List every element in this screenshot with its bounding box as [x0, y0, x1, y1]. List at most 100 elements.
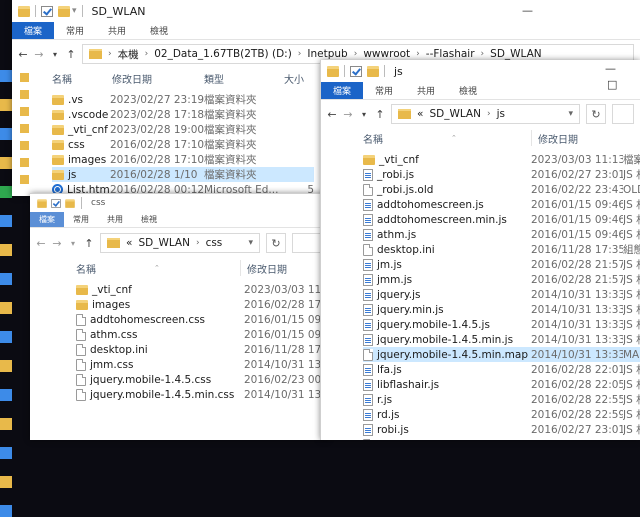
forward-arrow-icon[interactable]: → [343, 108, 353, 121]
quick-access-dropdown-icon[interactable]: ▾ [72, 6, 77, 16]
file-row[interactable]: .vs 2023/02/27 23:19 檔案資料夾 [52, 92, 314, 107]
column-name[interactable]: 名稱 [363, 131, 451, 146]
forward-arrow-icon[interactable]: → [34, 48, 44, 61]
file-row[interactable]: libflashair.js 2016/02/28 22:05JS 村 [363, 377, 640, 392]
search-input[interactable] [292, 233, 322, 253]
tab-file[interactable]: 檔案 [12, 22, 55, 39]
tab-share[interactable]: 共用 [98, 212, 132, 227]
file-row[interactable]: jquery.mobile-1.4.5.min.js 2014/10/31 13:… [363, 332, 640, 347]
desktop-icon[interactable] [0, 157, 12, 169]
tab-share[interactable]: 共用 [405, 82, 447, 99]
address-bar[interactable]: « SD_WLAN › css ▾ [100, 233, 260, 253]
tab-home[interactable]: 常用 [64, 212, 98, 227]
file-row[interactable]: images 2016/02/28 17 [76, 297, 328, 312]
address-dropdown-icon[interactable]: ▾ [568, 109, 573, 119]
desktop-icon[interactable] [0, 273, 12, 285]
desktop-icon[interactable] [0, 418, 12, 430]
search-input[interactable] [612, 104, 634, 124]
nav-folder-icon[interactable] [20, 107, 29, 116]
nav-folder-icon[interactable] [20, 175, 29, 184]
refresh-icon[interactable]: ↻ [586, 104, 606, 124]
breadcrumb-item[interactable]: js [497, 108, 505, 120]
file-row[interactable]: jmm.js 2016/02/28 21:57JS 村 [363, 272, 640, 287]
file-row[interactable]: rd.js 2016/02/28 22:59JS 村 [363, 407, 640, 422]
address-overflow[interactable]: « [417, 108, 423, 120]
recent-dropdown-icon[interactable]: ▾ [68, 239, 78, 248]
file-row[interactable]: lfa.js 2016/02/28 22:01JS 村 [363, 362, 640, 377]
breadcrumb-item[interactable]: SD_WLAN [138, 237, 190, 249]
file-row[interactable]: _vti_cnf 2023/03/03 11 [76, 282, 328, 297]
file-row[interactable]: _robi.js 2016/02/27 23:01JS 村 [363, 167, 640, 182]
file-row[interactable]: images 2016/02/28 17:10 檔案資料夾 [52, 152, 314, 167]
tab-file[interactable]: 檔案 [321, 82, 364, 99]
column-type[interactable]: 類型 [204, 71, 284, 86]
file-row[interactable]: _robi.js.old 2016/02/22 23:43OLD [363, 182, 640, 197]
desktop-icon[interactable] [0, 389, 12, 401]
refresh-icon[interactable]: ↻ [266, 233, 286, 253]
up-arrow-icon[interactable]: ↑ [375, 108, 385, 121]
desktop-icon[interactable] [0, 70, 12, 82]
file-row[interactable]: .vscode 2023/02/28 17:18 檔案資料夾 [52, 107, 314, 122]
recent-dropdown-icon[interactable]: ▾ [359, 110, 369, 119]
tab-file[interactable]: 檔案 [30, 212, 64, 227]
nav-folder-icon[interactable] [20, 73, 29, 82]
maximize-button[interactable]: □ [607, 78, 617, 91]
desktop-icon[interactable] [0, 99, 12, 111]
minimize-button[interactable]: — [522, 4, 533, 17]
nav-folder-icon[interactable] [20, 90, 29, 99]
file-row[interactable]: jquery.min.js 2014/10/31 13:33JS 村 [363, 302, 640, 317]
breadcrumb-item[interactable]: Inetpub [307, 48, 347, 60]
desktop-icon[interactable] [0, 302, 12, 314]
file-row[interactable]: robi.js 2016/02/27 23:01JS 村 [363, 422, 640, 437]
back-arrow-icon[interactable]: ← [36, 237, 46, 250]
file-row[interactable]: _vti_cnf 2023/02/28 19:00 檔案資料夾 [52, 122, 314, 137]
file-row[interactable]: jquery.mobile-1.4.5.js 2014/10/31 13:33 JS… [363, 317, 640, 332]
file-row[interactable]: r.js 2016/02/28 22:55JS 村 [363, 392, 640, 407]
nav-folder-icon[interactable] [20, 141, 29, 150]
desktop-icon[interactable] [0, 215, 12, 227]
file-row[interactable]: athm.css 2016/01/15 09 [76, 327, 328, 342]
file-row[interactable]: desktop.ini 2016/11/28 17:35組態 [363, 242, 640, 257]
up-arrow-icon[interactable]: ↑ [66, 48, 76, 61]
file-row[interactable]: addtohomescreen.min.js 2016/01/15 09:46 JS… [363, 212, 640, 227]
file-row[interactable]: _vti_cnf 2023/03/03 11:13檔案 [363, 152, 640, 167]
up-arrow-icon[interactable]: ↑ [84, 237, 94, 250]
address-dropdown-icon[interactable]: ▾ [248, 238, 253, 248]
file-row[interactable]: addtohomescreen.js 2016/01/15 09:46JS 村 [363, 197, 640, 212]
address-overflow[interactable]: « [126, 237, 132, 249]
breadcrumb-item[interactable]: --Flashair [426, 48, 475, 60]
file-row[interactable]: jquery.mobile-1.4.5.min.css 2014/10/31 13 [76, 387, 328, 402]
tab-share[interactable]: 共用 [96, 22, 138, 39]
desktop-icon[interactable] [0, 447, 12, 459]
address-bar[interactable]: « SD_WLAN › js ▾ [391, 104, 580, 124]
back-arrow-icon[interactable]: ← [18, 48, 28, 61]
tab-view[interactable]: 檢視 [447, 82, 489, 99]
tab-home[interactable]: 常用 [363, 82, 405, 99]
breadcrumb-item[interactable]: wwwroot [363, 48, 410, 60]
file-row[interactable]: jquery.mobile-1.4.5.css 2016/02/23 00 [76, 372, 328, 387]
desktop-icon[interactable] [0, 476, 12, 488]
file-row[interactable]: js 2016/02/28 1/10 檔案資料夾 [52, 167, 314, 182]
column-date[interactable]: 修改日期 [538, 131, 578, 146]
desktop-icon[interactable] [0, 186, 12, 198]
back-arrow-icon[interactable]: ← [327, 108, 337, 121]
breadcrumb-item[interactable]: SD_WLAN [490, 48, 542, 60]
file-row[interactable]: jmm.css 2014/10/31 13 [76, 357, 328, 372]
forward-arrow-icon[interactable]: → [52, 237, 62, 250]
file-row[interactable]: addtohomescreen.css 2016/01/15 09 [76, 312, 328, 327]
tab-home[interactable]: 常用 [54, 22, 96, 39]
tab-view[interactable]: 檢視 [132, 212, 166, 227]
column-date[interactable]: 修改日期 [112, 71, 204, 86]
column-size[interactable]: 大小 [284, 71, 304, 86]
column-name[interactable]: 名稱 [76, 261, 154, 276]
file-row[interactable]: jquery.mobile-1.4.5.min.map 2014/10/31 13… [363, 347, 640, 362]
file-row[interactable]: jquery.js 2014/10/31 13:33JS 村 [363, 287, 640, 302]
nav-folder-icon[interactable] [20, 124, 29, 133]
column-date[interactable]: 修改日期 [247, 261, 287, 276]
file-row[interactable]: css 2016/02/28 17:10 檔案資料夾 [52, 137, 314, 152]
nav-folder-icon[interactable] [20, 158, 29, 167]
checkbox-icon[interactable] [51, 198, 61, 208]
file-row[interactable]: athm.js 2016/01/15 09:46JS 村 [363, 227, 640, 242]
breadcrumb-item[interactable]: 02_Data_1.67TB(2TB) (D:) [154, 48, 292, 60]
tab-view[interactable]: 檢視 [138, 22, 180, 39]
